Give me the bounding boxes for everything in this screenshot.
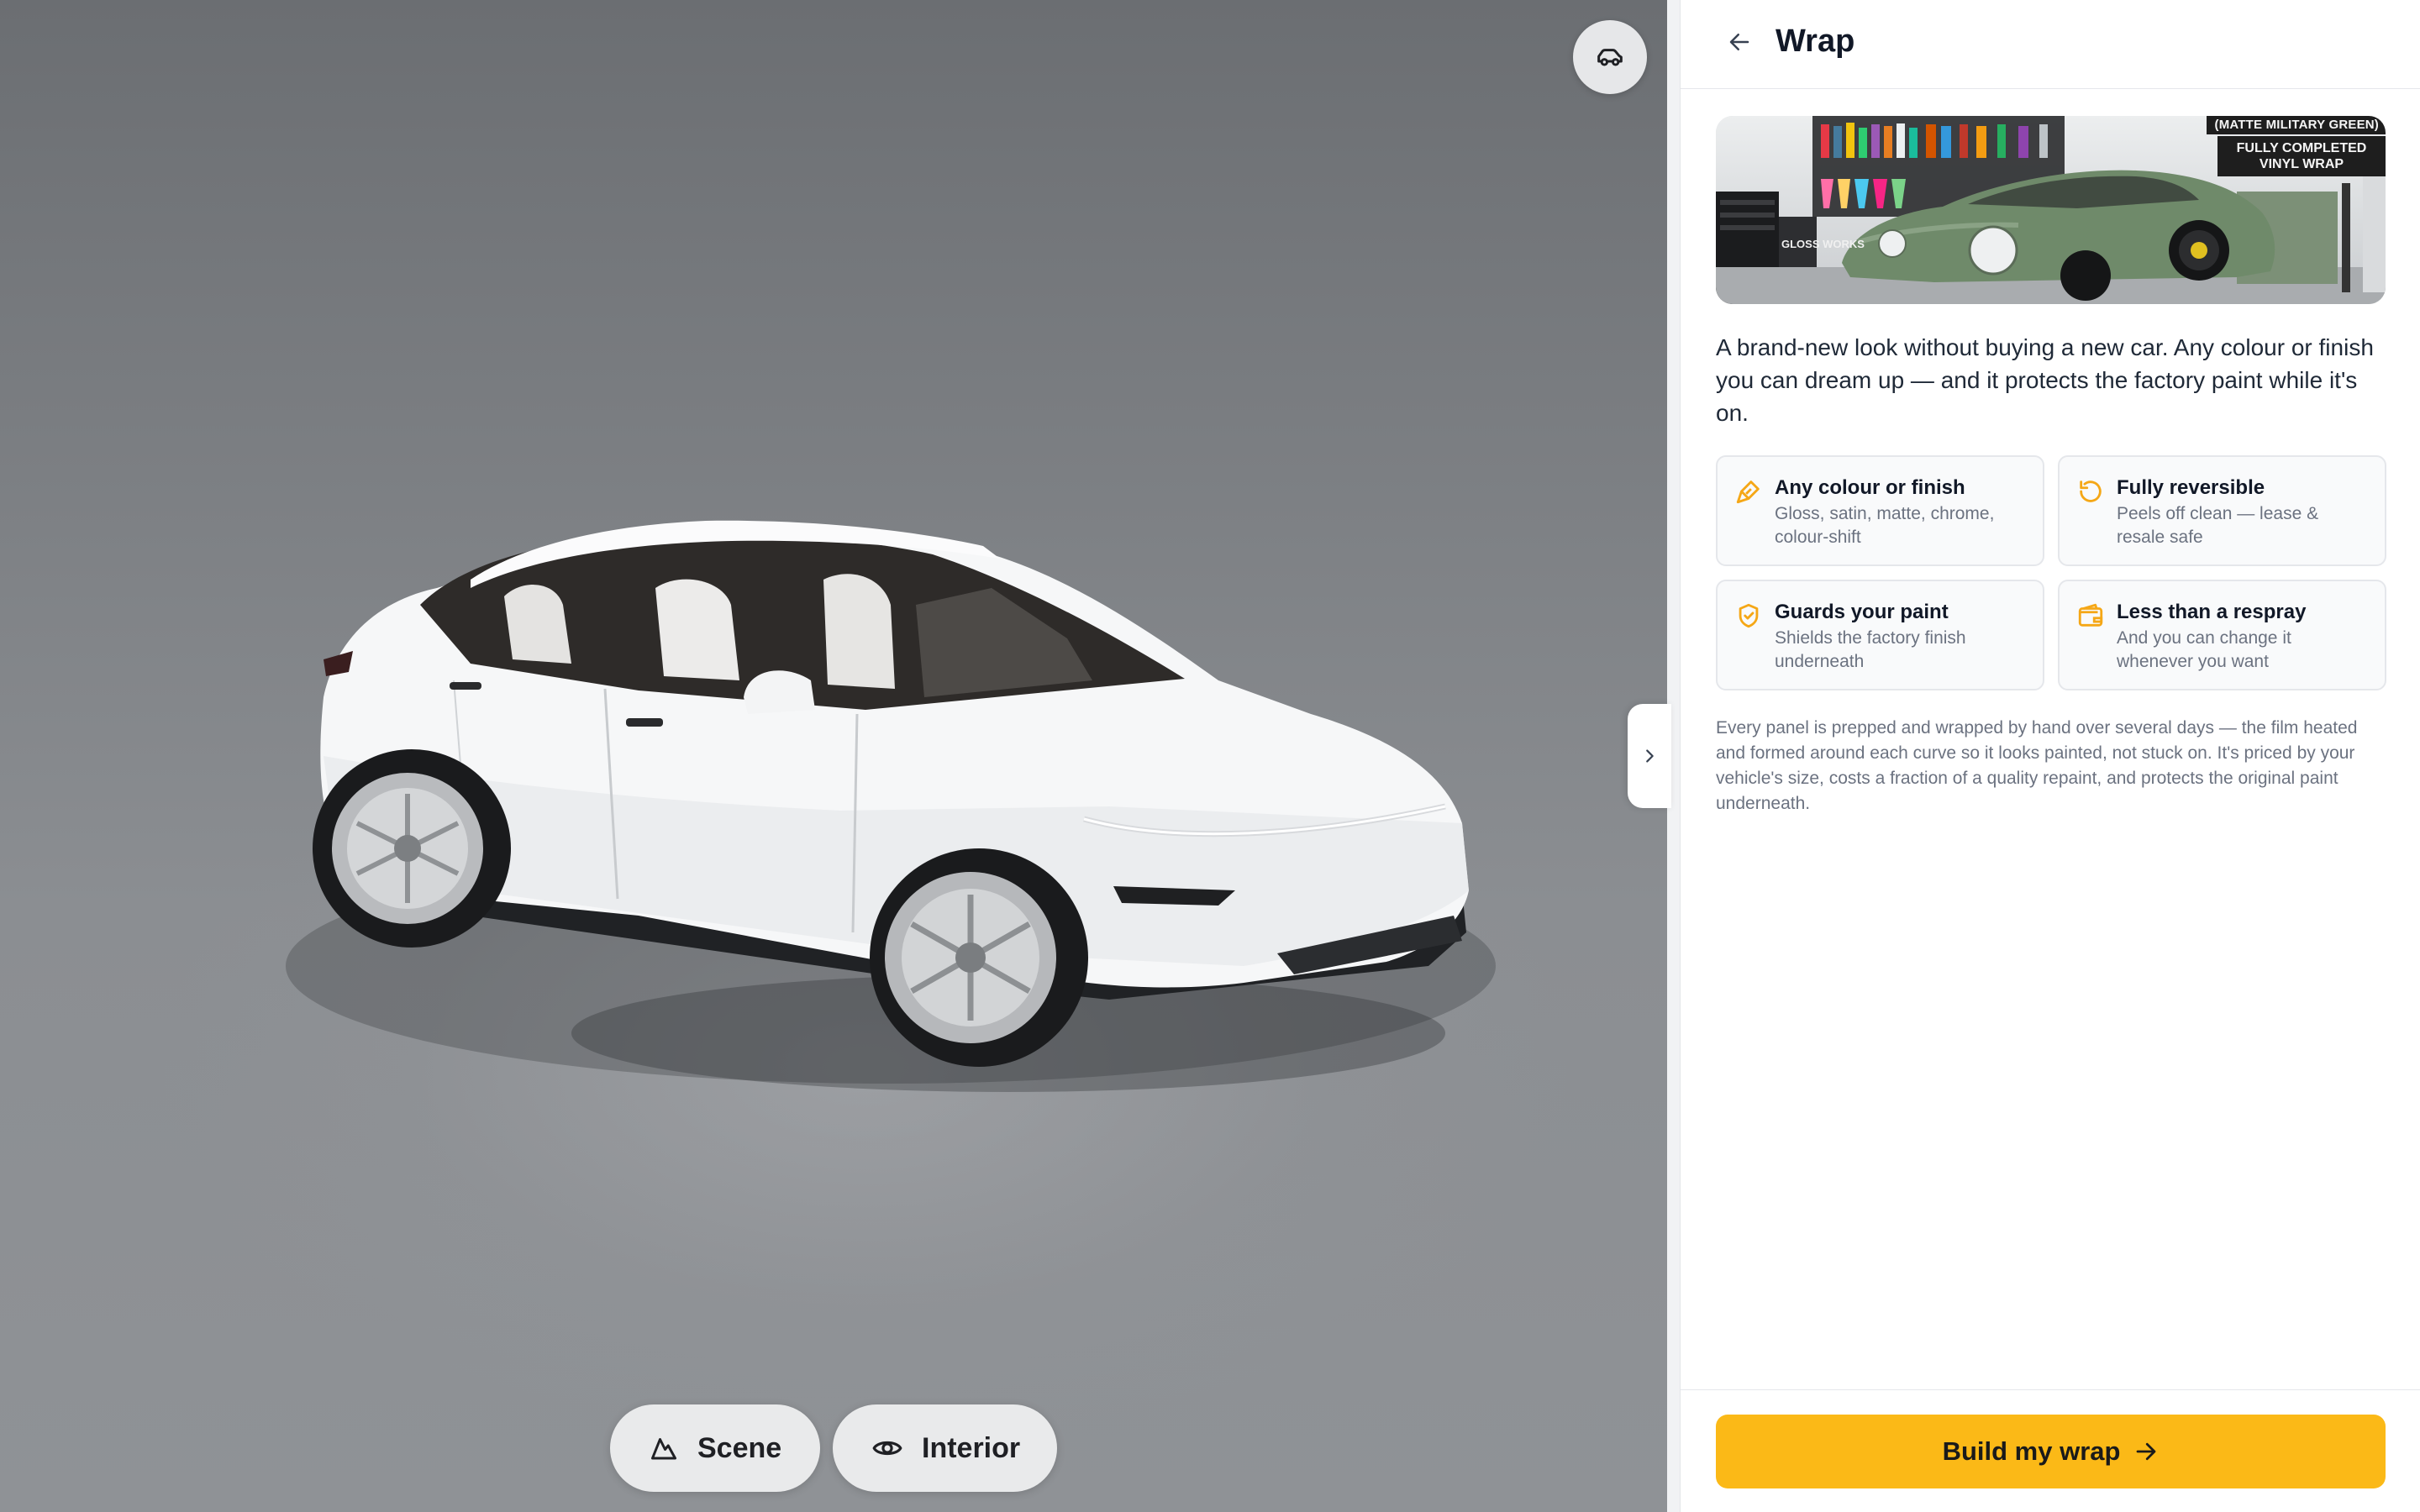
eye-icon [872,1441,902,1456]
car-3d-viewport[interactable]: Scene Interior [0,0,1667,1512]
feature-desc: And you can change it whenever you want [2117,628,2291,671]
rotate-ccw-icon [2080,480,2102,502]
feature-card-cost: Less than a respray And you can change i… [2058,580,2386,690]
feature-card-reversible: Fully reversible Peels off clean — lease… [2058,455,2386,566]
view-toggle-button[interactable] [1573,20,1647,94]
wallet-icon [2078,603,2103,627]
intro-text: A brand-new look without buying a new ca… [1716,334,2374,426]
car-model[interactable] [0,0,1667,1512]
back-button[interactable] [1723,25,1756,59]
shop-badge: GLOSS WORKS [1781,238,1865,250]
interior-label: Interior [922,1431,1021,1464]
features-grid: Any colour or finish Gloss, satin, matte… [1716,455,2386,690]
paintbrush-icon [1736,480,1760,504]
feature-title: Any colour or finish [1775,476,1965,499]
arrow-right-icon [2137,1442,2156,1461]
chevron-right-icon [1646,749,1654,763]
description-text: Every panel is prepped and wrapped by ha… [1716,718,2358,813]
feature-desc: Gloss, satin, matte, chrome, colour-shif… [1775,504,1995,547]
car-outline-icon [1597,49,1623,66]
feature-title: Less than a respray [2117,601,2307,623]
scene-button[interactable]: Scene [610,1404,820,1492]
page-title: Wrap [1776,24,1855,59]
scene-label: Scene [697,1431,782,1464]
feature-desc: Peels off clean — lease & resale safe [2117,504,2319,547]
collapse-panel-handle[interactable] [1628,704,1671,808]
arrow-left-icon [1729,34,1749,50]
feature-title: Fully reversible [2117,476,2265,499]
interior-button[interactable]: Interior [833,1404,1057,1492]
feature-desc: Shields the factory finish underneath [1775,628,1966,671]
mountain-icon [651,1438,676,1460]
feature-card-colour: Any colour or finish Gloss, satin, matte… [1716,455,2044,566]
hero-image: (MATTE MILITARY GREEN) FULLY COMPLETED V… [1716,116,2386,304]
feature-card-guards: Guards your paint Shields the factory fi… [1716,580,2044,690]
hero-tag-color: (MATTE MILITARY GREEN) [2206,116,2386,134]
shield-check-icon [1739,603,1759,628]
feature-title: Guards your paint [1775,601,1949,623]
hero-tag-completed: FULLY COMPLETED VINYL WRAP [2217,136,2386,176]
cta-label: Build my wrap [1942,1436,2121,1466]
build-my-wrap-button[interactable]: Build my wrap [1716,1415,2386,1488]
